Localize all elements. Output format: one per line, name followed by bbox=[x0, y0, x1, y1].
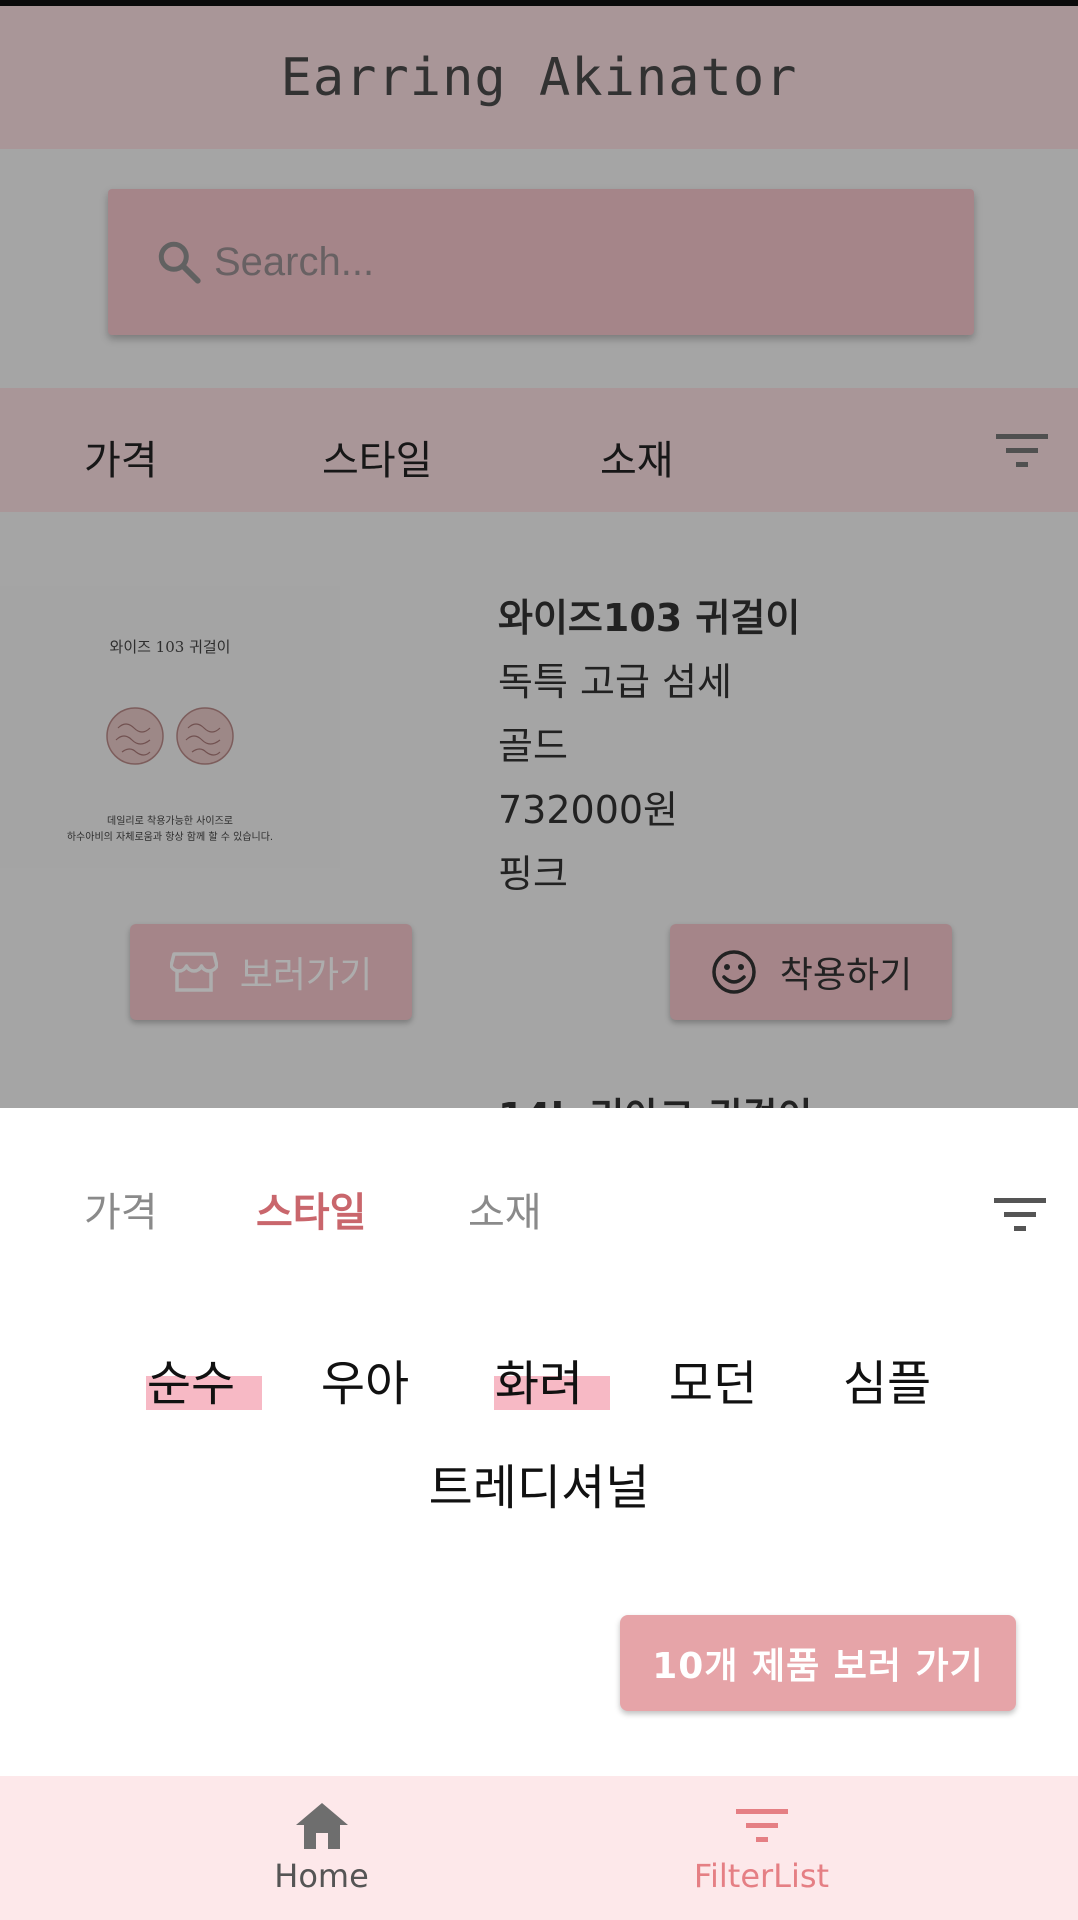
style-option-traditional[interactable]: 트레디셔널 bbox=[409, 1448, 669, 1518]
bottom-navigation: Home FilterList bbox=[0, 1776, 1078, 1920]
style-option-label: 모던 bbox=[668, 1356, 758, 1412]
filter-list-icon[interactable] bbox=[994, 1194, 1046, 1234]
style-option-label: 트레디셔널 bbox=[428, 1460, 650, 1516]
nav-item-filterlist[interactable]: FilterList bbox=[492, 1776, 1031, 1920]
sheet-tab-style[interactable]: 스타일 bbox=[256, 1180, 366, 1238]
style-option-label: 심플 bbox=[842, 1356, 932, 1412]
style-options-row-1: 순수 우아 화려 모던 심플 bbox=[0, 1344, 1078, 1414]
style-option-simple[interactable]: 심플 bbox=[800, 1344, 974, 1414]
filter-list-icon bbox=[735, 1809, 788, 1842]
style-option-pure[interactable]: 순수 bbox=[104, 1344, 278, 1414]
style-option-label: 순수 bbox=[146, 1356, 236, 1412]
nav-label-filterlist: FilterList bbox=[693, 1857, 830, 1895]
style-options-row-2: 트레디셔널 bbox=[0, 1448, 1078, 1518]
sheet-tab-price[interactable]: 가격 bbox=[84, 1180, 158, 1238]
style-option-elegant[interactable]: 우아 bbox=[278, 1344, 452, 1414]
view-products-button[interactable]: 10개 제품 보러 가기 bbox=[620, 1615, 1016, 1711]
sheet-tab-material[interactable]: 소재 bbox=[468, 1180, 542, 1238]
nav-label-home: Home bbox=[274, 1857, 369, 1895]
modal-scrim[interactable] bbox=[0, 0, 1078, 1108]
style-option-modern[interactable]: 모던 bbox=[626, 1344, 800, 1414]
style-option-label: 우아 bbox=[320, 1356, 410, 1412]
style-option-glamorous[interactable]: 화려 bbox=[452, 1344, 626, 1414]
home-icon bbox=[295, 1803, 348, 1849]
style-option-label: 화려 bbox=[494, 1356, 584, 1412]
filter-bottom-sheet: 가격 스타일 소재 순수 우아 화려 모던 심플 트레디셔널 10개 제품 보러… bbox=[0, 1108, 1078, 1776]
